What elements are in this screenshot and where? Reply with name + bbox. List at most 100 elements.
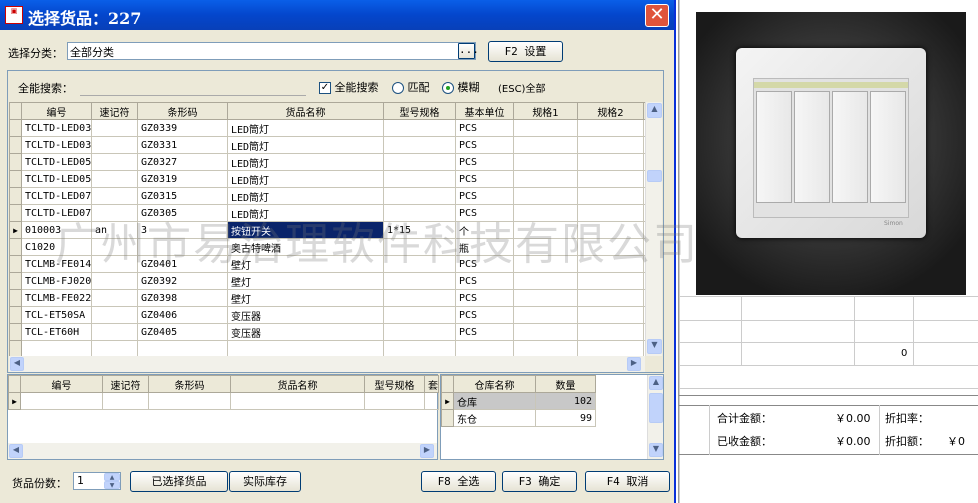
table-cell: [513, 272, 578, 290]
table-cell: [383, 187, 456, 205]
row-header: [9, 306, 22, 324]
table-row[interactable]: ▶ 仓库 102: [441, 392, 596, 410]
table-row[interactable]: TCLTD-LED072 GZ0315 LED筒灯 PCS: [9, 187, 645, 205]
table-cell: [91, 306, 138, 324]
table-cell: PCS: [455, 187, 514, 205]
chosen-horizontal-scrollbar[interactable]: ◀ ▶: [8, 443, 437, 459]
table-row[interactable]: TCL-ET50SA GZ0406 变压器 PCS: [9, 306, 645, 324]
table-cell: GZ0339: [137, 119, 228, 137]
fuzzy-radio[interactable]: [442, 82, 454, 94]
table-cell: GZ0319: [137, 170, 228, 188]
table-row[interactable]: 东仓 99: [441, 409, 596, 427]
chosen-goods-button[interactable]: 已选择货品: [130, 471, 228, 492]
copies-label: 货品份数：: [12, 477, 67, 490]
table-cell: [91, 170, 138, 188]
table-cell: [383, 289, 456, 307]
table-row[interactable]: TCLMB-FE0222 GZ0398 壁灯 PCS: [9, 289, 645, 307]
column-header: 编号: [20, 375, 103, 393]
confirm-button[interactable]: F3 确定: [502, 471, 577, 492]
category-field[interactable]: 全部分类 ...: [67, 42, 479, 60]
table-row[interactable]: TCLTD-LED032 GZ0331 LED筒灯 PCS: [9, 136, 645, 154]
fulltext-search-option[interactable]: ✓ 全能搜索: [319, 79, 379, 95]
scroll-thumb[interactable]: [649, 393, 663, 423]
column-header: 速记符: [102, 375, 149, 393]
stock-panel[interactable]: 仓库名称 数量 ▶ 仓库 102 东仓 99 ▲ ▼: [440, 374, 664, 460]
table-row[interactable]: TCL-ET60H GZ0405 变压器 PCS: [9, 323, 645, 341]
search-input[interactable]: [80, 95, 306, 96]
stepper-up-icon[interactable]: ▲: [104, 473, 120, 481]
table-cell: [383, 340, 456, 356]
fulltext-checkbox[interactable]: ✓: [319, 82, 331, 94]
stepper-down-icon[interactable]: ▼: [104, 481, 120, 489]
table-cell: PCS: [455, 153, 514, 171]
scroll-down-icon[interactable]: ▼: [647, 339, 662, 354]
scroll-up-icon[interactable]: ▲: [649, 376, 663, 390]
column-header: 数量: [535, 375, 596, 393]
cancel-button[interactable]: F4 取消: [585, 471, 670, 492]
table-cell: LED筒灯: [227, 170, 384, 188]
settings-button[interactable]: F2 设置: [488, 41, 563, 62]
actual-stock-button[interactable]: 实际库存: [229, 471, 301, 492]
scroll-left-icon[interactable]: ◀: [10, 357, 24, 371]
category-browse-button[interactable]: ...: [458, 43, 479, 59]
table-row[interactable]: TCLMB-FJ0201 GZ0392 壁灯 PCS: [9, 272, 645, 290]
empty-row: [9, 340, 645, 356]
received-amount-label: 已收金额：: [717, 435, 772, 448]
row-header: [441, 409, 454, 427]
row-header: [9, 204, 22, 222]
watermark-text: 广州市易治理软件科技有限公司: [55, 219, 699, 270]
column-header: 货品名称: [227, 102, 384, 120]
table-row[interactable]: TCLTD-LED052 GZ0327 LED筒灯 PCS: [9, 153, 645, 171]
table-cell: [91, 289, 138, 307]
table-cell: [383, 323, 456, 341]
chosen-goods-panel[interactable]: 编号 速记符 条形码 货品名称 型号规格套 ▶ ◀ ▶: [7, 374, 439, 460]
column-header: 货品名称: [230, 375, 365, 393]
search-label: 全能搜索：: [18, 82, 73, 95]
table-cell: [91, 119, 138, 137]
row-header: [9, 153, 22, 171]
switch-plate-image: Simon: [736, 48, 926, 238]
table-cell: TCLTD-LED032: [21, 119, 92, 137]
scroll-down-icon[interactable]: ▼: [649, 443, 663, 457]
row-pointer-icon: ▶: [9, 221, 22, 239]
copies-stepper[interactable]: 1 ▲ ▼: [73, 472, 121, 490]
table-cell: LED筒灯: [227, 136, 384, 154]
zero-value: 0: [901, 348, 908, 359]
row-header: [9, 187, 22, 205]
fuzzy-option[interactable]: 模糊: [442, 79, 480, 95]
select-all-button[interactable]: F8 全选: [421, 471, 496, 492]
table-cell: [91, 272, 138, 290]
table-cell: [513, 187, 578, 205]
scroll-up-icon[interactable]: ▲: [647, 103, 662, 118]
title-bar[interactable]: ▣ 选择货品：227 ✕: [0, 0, 674, 30]
scroll-right-icon[interactable]: ▶: [420, 444, 434, 458]
table-cell: 壁灯: [227, 272, 384, 290]
scroll-thumb[interactable]: [647, 170, 662, 182]
row-pointer-icon: ▶: [441, 392, 454, 410]
match-radio[interactable]: [392, 82, 404, 94]
scroll-left-icon[interactable]: ◀: [9, 444, 23, 458]
table-cell: TCL-ET60H: [21, 323, 92, 341]
row-header: [9, 170, 22, 188]
table-cell: [383, 170, 456, 188]
table-cell: [383, 119, 456, 137]
column-header: 型号规格: [364, 375, 425, 393]
column-header: 条形码: [148, 375, 231, 393]
table-row[interactable]: TCLTD-LED032 GZ0339 LED筒灯 PCS: [9, 119, 645, 137]
table-row[interactable]: TCLTD-LED052 GZ0319 LED筒灯 PCS: [9, 170, 645, 188]
column-header: 速记符: [91, 102, 138, 120]
table-cell: [577, 170, 644, 188]
app-icon: ▣: [5, 6, 23, 24]
stock-vertical-scrollbar[interactable]: ▲ ▼: [647, 375, 663, 459]
table-cell: [91, 340, 138, 356]
table-cell: LED筒灯: [227, 153, 384, 171]
table-cell: LED筒灯: [227, 187, 384, 205]
table-cell: GZ0392: [137, 272, 228, 290]
match-option[interactable]: 匹配: [392, 79, 430, 95]
scroll-right-icon[interactable]: ▶: [627, 357, 641, 371]
goods-horizontal-scrollbar[interactable]: ◀ ▶: [9, 356, 645, 372]
product-photo: Simon: [696, 12, 966, 295]
category-value: 全部分类: [70, 46, 114, 59]
close-button[interactable]: ✕: [645, 4, 669, 27]
row-header: [9, 119, 22, 137]
